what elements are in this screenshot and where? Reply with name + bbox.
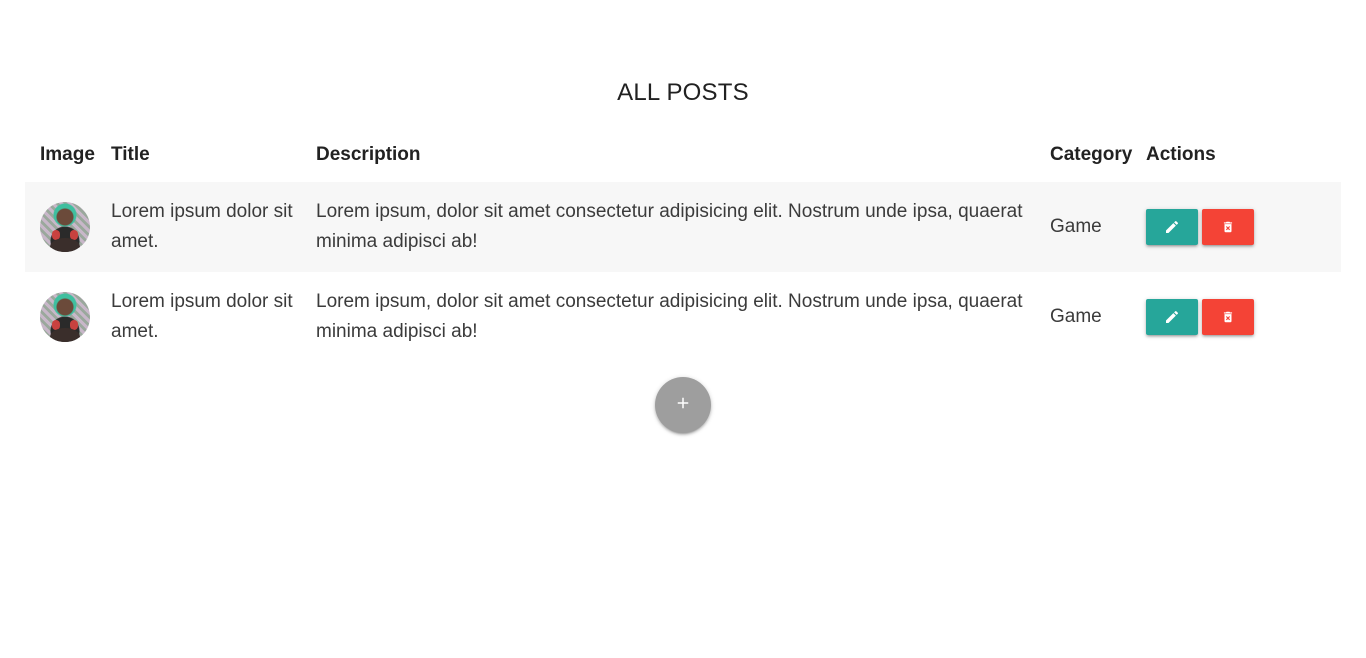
actions-cell xyxy=(1131,272,1341,362)
actions-cell xyxy=(1131,182,1341,272)
posts-table: Image Title Description Category Actions… xyxy=(25,128,1341,362)
edit-button[interactable] xyxy=(1146,209,1198,245)
pencil-icon xyxy=(1164,309,1180,325)
pencil-icon xyxy=(1164,219,1180,235)
header-category: Category xyxy=(1050,144,1133,165)
posts-page: ALL POSTS Image Title Description Catego… xyxy=(0,0,1366,658)
table-row: Lorem ipsum dolor sit amet. Lorem ipsum,… xyxy=(25,272,1341,362)
title-cell: Lorem ipsum dolor sit amet. xyxy=(111,291,293,342)
header-image: Image xyxy=(40,144,95,165)
trash-icon xyxy=(1221,309,1235,325)
trash-icon xyxy=(1221,219,1235,235)
post-thumbnail xyxy=(40,292,90,342)
add-post-button[interactable] xyxy=(655,377,711,433)
category-cell: Game xyxy=(1050,306,1102,327)
delete-button[interactable] xyxy=(1202,299,1254,335)
image-cell xyxy=(25,182,96,272)
category-cell: Game xyxy=(1050,216,1102,237)
edit-button[interactable] xyxy=(1146,299,1198,335)
delete-button[interactable] xyxy=(1202,209,1254,245)
header-actions: Actions xyxy=(1146,144,1216,165)
table-header: Image Title Description Category Actions xyxy=(25,128,1341,182)
table-row: Lorem ipsum dolor sit amet. Lorem ipsum,… xyxy=(25,182,1341,272)
header-title: Title xyxy=(111,144,150,165)
page-title: ALL POSTS xyxy=(617,79,749,106)
header-description: Description xyxy=(316,144,421,165)
image-cell xyxy=(25,272,96,362)
post-thumbnail xyxy=(40,202,90,252)
description-cell: Lorem ipsum, dolor sit amet consectetur … xyxy=(316,291,1023,342)
plus-icon xyxy=(674,394,692,417)
title-cell: Lorem ipsum dolor sit amet. xyxy=(111,201,293,252)
description-cell: Lorem ipsum, dolor sit amet consectetur … xyxy=(316,201,1023,252)
